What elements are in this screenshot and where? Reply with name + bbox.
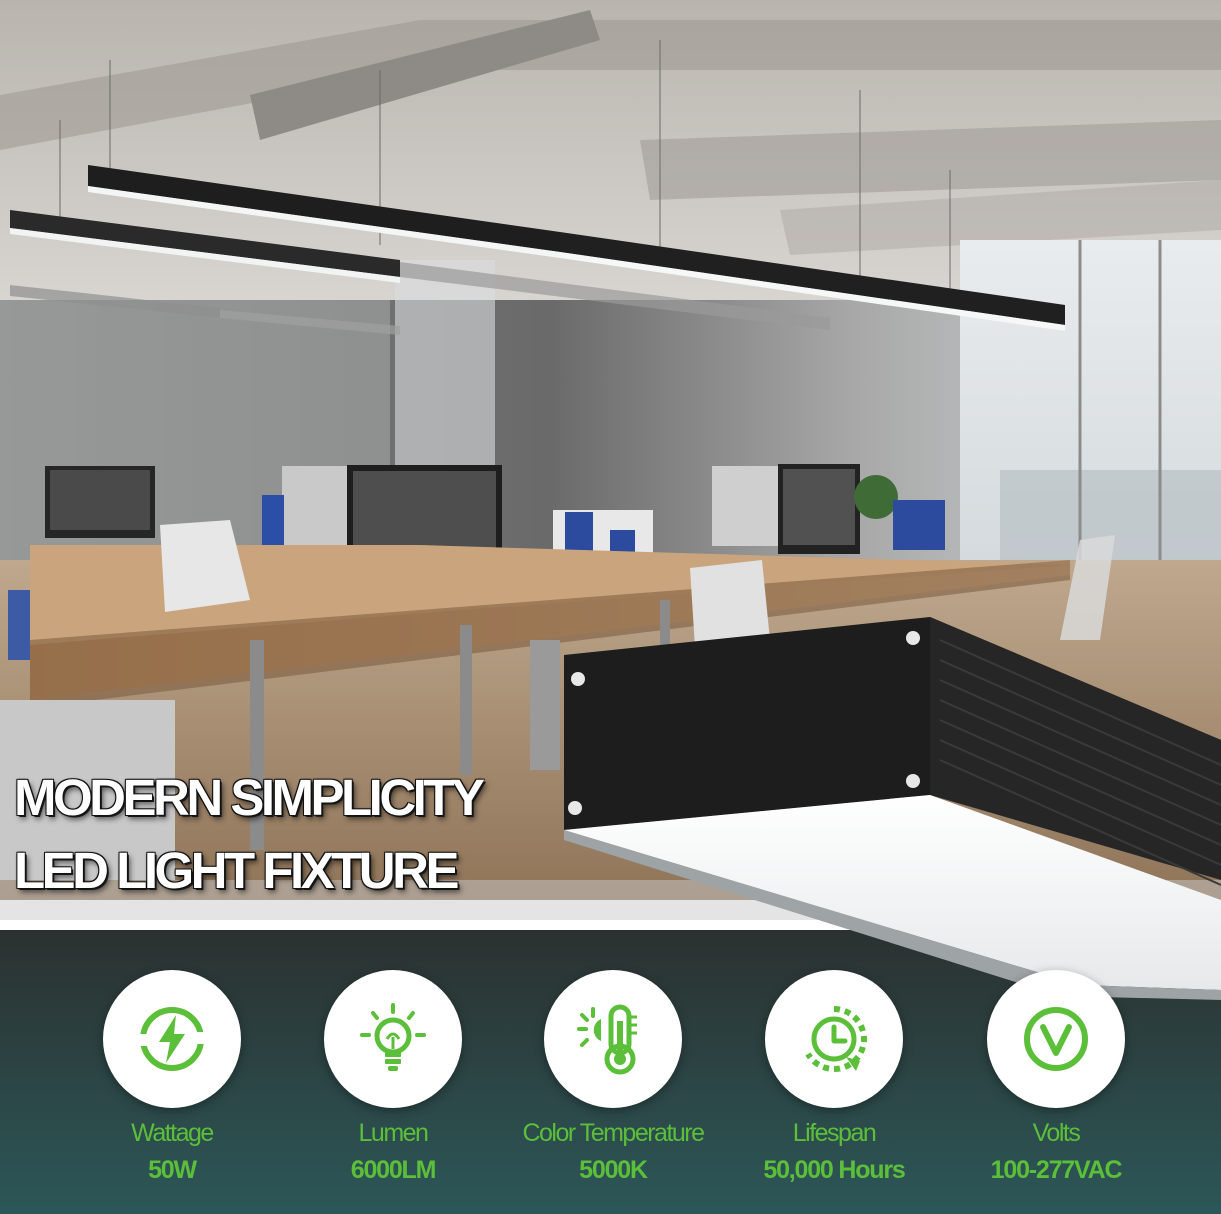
feature-value: 100-277VAC (990, 1156, 1123, 1184)
feature-label: Lumen (358, 1119, 429, 1147)
lightning-bolt-icon (140, 1007, 204, 1071)
feature-wattage: Wattage 50W (52, 970, 292, 1184)
headline: MODERN SIMPLICITY LED LIGHT FIXTURE (14, 769, 485, 899)
feature-value: 6000LM (350, 1156, 437, 1184)
feature-badge (103, 970, 241, 1108)
feature-value: 50,000 Hours (763, 1156, 905, 1184)
feature-color-temperature: Color Temperature 5000K (493, 970, 733, 1184)
feature-badge (765, 970, 903, 1108)
voltage-v-icon (1024, 1007, 1088, 1071)
feature-volts: Volts 100-277VAC (936, 970, 1176, 1184)
product-banner: MODERN SIMPLICITY LED LIGHT FIXTURE Watt… (0, 0, 1221, 1214)
thermometer-icon (577, 1004, 637, 1075)
clock-lifespan-icon (805, 1006, 867, 1072)
feature-badge (544, 970, 682, 1108)
feature-lifespan: Lifespan 50,000 Hours (714, 970, 954, 1184)
light-bulb-icon (360, 1003, 426, 1071)
feature-badge (987, 970, 1125, 1108)
feature-label: Color Temperature (522, 1119, 705, 1147)
feature-badge (324, 970, 462, 1108)
feature-value: 50W (148, 1156, 197, 1184)
feature-label: Lifespan (792, 1119, 877, 1147)
feature-value: 5000K (579, 1156, 648, 1184)
headline-line-1: MODERN SIMPLICITY (14, 769, 485, 826)
feature-label: Volts (1032, 1119, 1081, 1147)
feature-label: Wattage (131, 1119, 214, 1147)
headline-line-2: LED LIGHT FIXTURE (14, 842, 459, 899)
feature-lumen: Lumen 6000LM (273, 970, 513, 1184)
